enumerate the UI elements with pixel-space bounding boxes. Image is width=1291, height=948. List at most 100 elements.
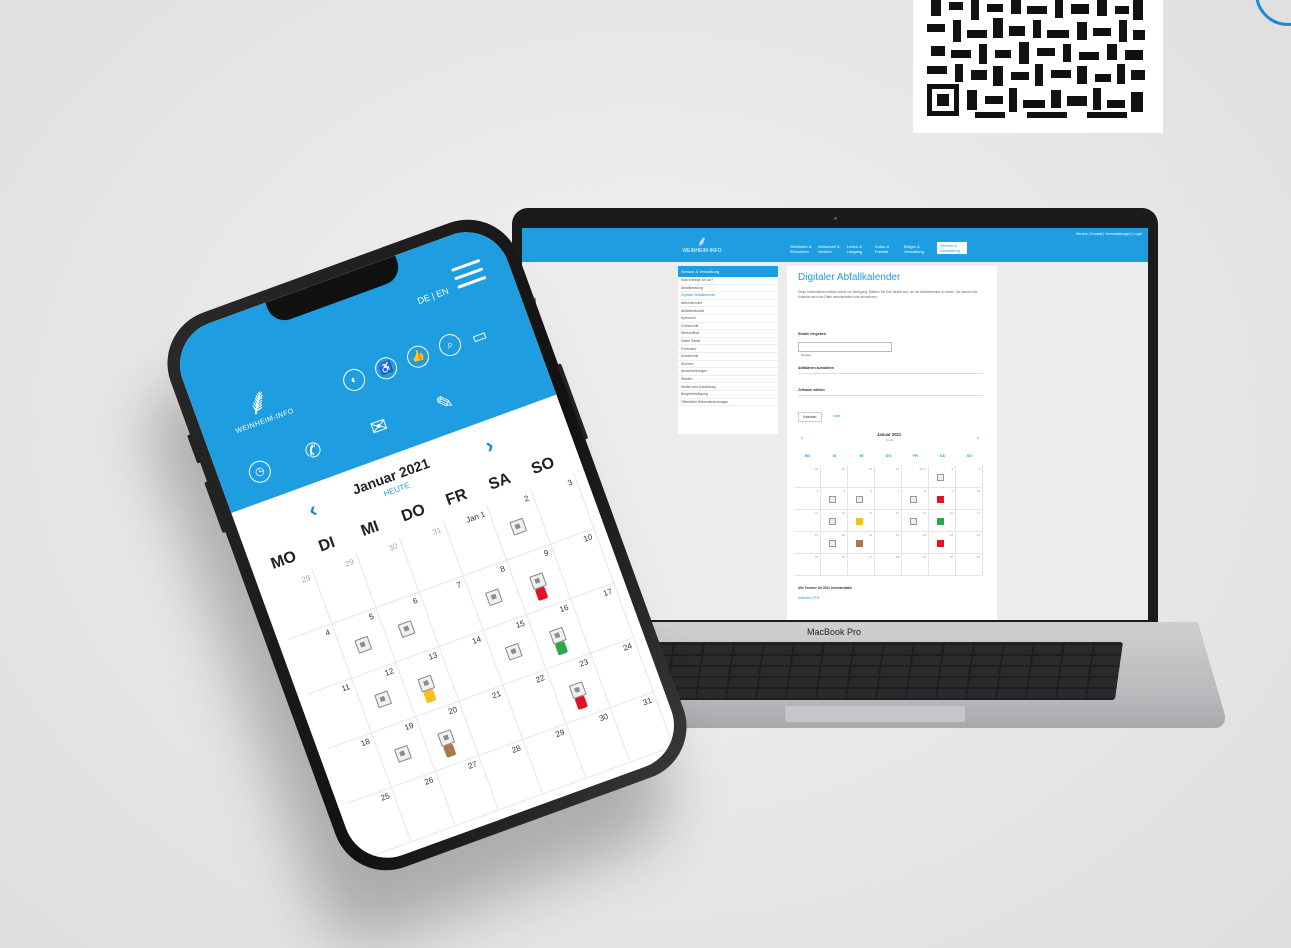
calendar-day[interactable]: 9: [929, 488, 956, 510]
calendar-day[interactable]: 23: [929, 532, 956, 554]
card-icon[interactable]: ▭: [469, 325, 490, 349]
nav-item-4[interactable]: Bürger & Verwaltung: [904, 244, 928, 254]
left-nav-item[interactable]: Formulare: [678, 345, 778, 353]
calendar-day[interactable]: 17: [956, 510, 983, 532]
calendar-day[interactable]: 13: [848, 510, 875, 532]
day-number: 24: [621, 641, 634, 653]
prev-month-button[interactable]: ‹: [801, 436, 803, 442]
calendar-day[interactable]: 3: [956, 466, 983, 488]
left-nav-item[interactable]: Wahlen: [678, 376, 778, 384]
day-number: 30: [868, 467, 872, 471]
calendar-day[interactable]: 6: [848, 488, 875, 510]
calendar-day[interactable]: 12: [821, 510, 848, 532]
contrast-icon[interactable]: ◐: [340, 365, 369, 395]
left-nav-item[interactable]: Abfallwirtschaft: [678, 307, 778, 315]
prev-month-button[interactable]: ‹: [305, 496, 321, 523]
day-number: 7: [455, 580, 463, 590]
calendar-day[interactable]: 10: [956, 488, 983, 510]
day-number: 23: [578, 657, 590, 669]
calendar-day[interactable]: 20: [848, 532, 875, 554]
download-links[interactable]: Kalender | PDF: [798, 596, 820, 600]
calendar-day[interactable]: 28: [875, 554, 902, 576]
calendar-day[interactable]: 29: [821, 466, 848, 488]
mail-icon[interactable]: ✉: [368, 414, 391, 440]
nav-item-1[interactable]: Wirtschaft & Verkehr: [818, 244, 842, 254]
day-number: 25: [814, 555, 818, 559]
day-number: 29: [343, 557, 356, 569]
street-select[interactable]: Strasse: [798, 342, 892, 357]
tab-calendar[interactable]: Kalender: [798, 412, 822, 422]
left-nav-item[interactable]: Sperrmüll: [678, 315, 778, 323]
site-logo[interactable]: ⸙ WEINHEIM-INFO: [682, 234, 722, 258]
waste-types-accordion[interactable]: Abfallarten auswählen: [798, 366, 983, 374]
left-nav-item[interactable]: Grünschnitt: [678, 323, 778, 331]
weekday-label: MI: [859, 454, 864, 458]
left-nav-item[interactable]: Wertstoffhof: [678, 330, 778, 338]
next-month-button[interactable]: ›: [977, 436, 979, 442]
waste-bin-icon: [937, 474, 944, 481]
waste-bin-icon: [856, 496, 863, 503]
day-number: 21: [490, 689, 503, 701]
day-number: 21: [895, 533, 899, 537]
calendar-day[interactable]: 21: [875, 532, 902, 554]
left-nav-item[interactable]: Bürgerbeteiligung: [678, 391, 778, 399]
calendar-day[interactable]: 19: [821, 532, 848, 554]
left-nav-item[interactable]: Digitaler Abfallkalender: [678, 292, 778, 300]
nav-item-2[interactable]: Leben & Umgang: [847, 244, 871, 254]
calendar-day[interactable]: 18: [794, 532, 821, 554]
calendar-day[interactable]: 22: [902, 532, 929, 554]
hamburger-menu-icon[interactable]: [451, 258, 488, 295]
calendar-day[interactable]: 24: [956, 532, 983, 554]
calendar-day[interactable]: 16: [929, 510, 956, 532]
calendar-day[interactable]: 31: [875, 466, 902, 488]
edit-icon[interactable]: ✎: [433, 390, 456, 416]
calendar-day[interactable]: 4: [794, 488, 821, 510]
waste-bin-icon: [910, 518, 917, 525]
calendar-day[interactable]: 28: [794, 466, 821, 488]
nav-item-3[interactable]: Kultur & Freizeit: [875, 244, 899, 254]
left-navigation-head[interactable]: Service & Verwaltung: [678, 266, 778, 277]
like-icon[interactable]: 👍: [403, 342, 433, 371]
calendar-day[interactable]: 7: [875, 488, 902, 510]
waste-bin-icon: [937, 496, 944, 503]
calendar-day[interactable]: 30: [848, 466, 875, 488]
day-number: 9: [951, 489, 953, 493]
calendar-day[interactable]: 15: [902, 510, 929, 532]
calendar-day[interactable]: 30: [929, 554, 956, 576]
search-icon[interactable]: ⌕: [435, 330, 465, 360]
language-switch[interactable]: DE | EN: [416, 286, 450, 306]
phone-call-icon[interactable]: ✆: [302, 438, 325, 464]
calendar-day[interactable]: 8: [902, 488, 929, 510]
tab-list[interactable]: Liste: [829, 412, 844, 420]
calendar-day[interactable]: 29: [902, 554, 929, 576]
calendar-day[interactable]: 27: [848, 554, 875, 576]
calendar-day[interactable]: 14: [875, 510, 902, 532]
next-month-button[interactable]: ›: [482, 432, 498, 459]
calendar-day[interactable]: 31: [956, 554, 983, 576]
calendar-day[interactable]: 25: [794, 554, 821, 576]
accessibility-icon[interactable]: ♿: [372, 354, 401, 383]
day-number: 5: [843, 489, 845, 493]
left-nav-item[interactable]: Abfallberatung: [678, 285, 778, 293]
nav-item-5[interactable]: Service & Verwaltung: [937, 242, 967, 254]
calendar-day[interactable]: 5: [821, 488, 848, 510]
left-nav-item[interactable]: Ausschreibungen: [678, 368, 778, 376]
calendar-day[interactable]: Jan 1: [902, 466, 929, 488]
nav-item-0[interactable]: Weinheim & Einwohner: [790, 244, 814, 254]
utility-links[interactable]: Service | Kontakt | Veranstaltungen | Lo…: [1076, 232, 1142, 236]
left-nav-item[interactable]: Wohnen: [678, 361, 778, 369]
left-nav-item[interactable]: Was erledige ich wo?: [678, 277, 778, 285]
phone-logo[interactable]: ⸙ WEINHEIM-INFO: [210, 371, 309, 440]
calendar-day[interactable]: 26: [821, 554, 848, 576]
left-nav-item[interactable]: Gelbe Säcke: [678, 338, 778, 346]
calendar-day[interactable]: 11: [794, 510, 821, 532]
period-accordion[interactable]: Zeitraum wählen: [798, 388, 983, 396]
left-nav-item[interactable]: Stellen und Ausbildung: [678, 383, 778, 391]
calendar-today[interactable]: Heute: [886, 438, 894, 442]
left-nav-item[interactable]: Öffentliche Bekanntmachungen: [678, 399, 778, 407]
laptop-model-label: MacBook Pro: [807, 627, 862, 637]
clock-icon[interactable]: ◷: [245, 457, 274, 486]
left-nav-item[interactable]: Abfuhrtermine: [678, 300, 778, 308]
left-nav-item[interactable]: Sondermüll: [678, 353, 778, 361]
calendar-day[interactable]: 2: [929, 466, 956, 488]
